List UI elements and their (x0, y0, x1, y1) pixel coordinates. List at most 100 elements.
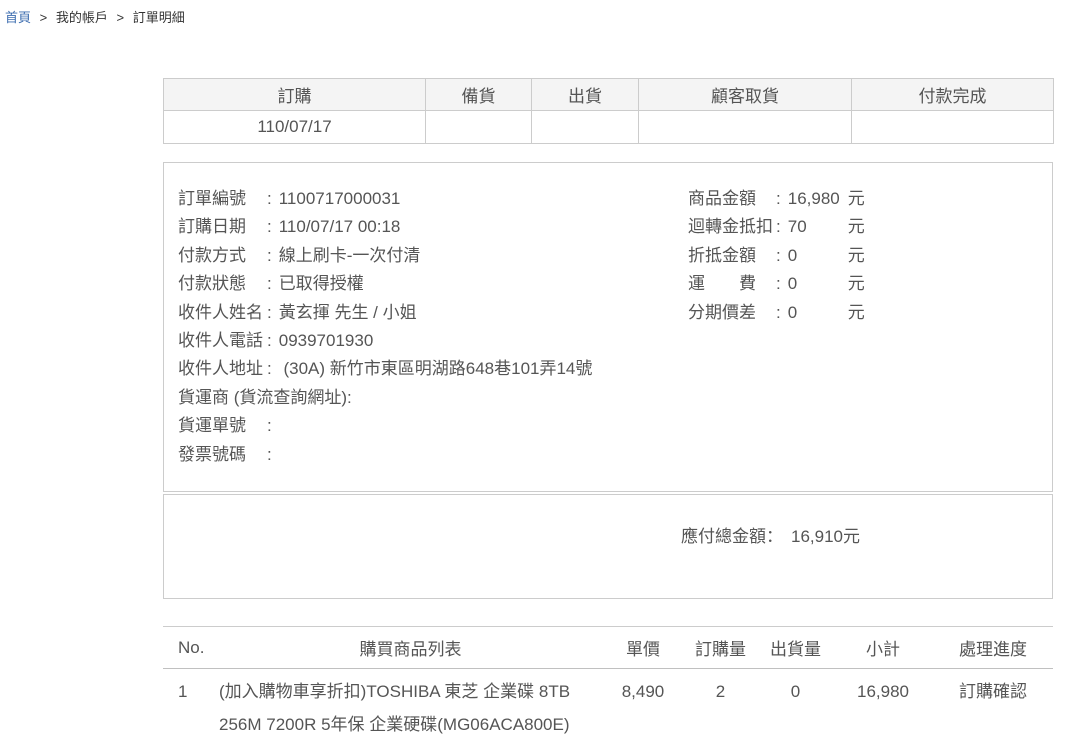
items-header-shipped: 出貨量 (758, 627, 833, 669)
items-header-status: 處理進度 (933, 627, 1053, 669)
breadcrumb-separator: > (40, 10, 48, 25)
field-label: 迴轉金抵扣 (688, 213, 776, 241)
order-info-row: 發票號碼: (178, 441, 1052, 469)
breadcrumb-item-order-detail: 訂單明細 (133, 10, 185, 25)
field-label: 收件人姓名 (178, 299, 267, 327)
colon: : (267, 189, 272, 208)
currency-unit-label: 元 (848, 303, 865, 322)
currency-unit-label: 元 (848, 217, 865, 236)
status-header-preparing: 備貨 (426, 79, 532, 111)
total-label: 應付總金額： (681, 527, 783, 546)
colon: : (267, 445, 272, 464)
order-info-row: 訂購日期:110/07/17 00:18 (178, 213, 1052, 241)
order-info-row: 折抵金額:0元 (688, 242, 865, 270)
item-status: 訂購確認 (933, 669, 1053, 742)
colon: : (776, 246, 781, 265)
colon: : (267, 246, 272, 265)
field-label: 運 費 (688, 270, 776, 298)
status-table: 訂購 備貨 出貨 顧客取貨 付款完成 110/07/17 (163, 78, 1054, 144)
status-value-shipped (532, 111, 639, 144)
field-value: 110/07/17 00:18 (279, 217, 401, 236)
field-label: 折抵金額 (688, 242, 776, 270)
items-header-unit-price: 單價 (603, 627, 683, 669)
field-label: 付款方式 (178, 242, 267, 270)
field-value: 0 (788, 299, 848, 327)
colon: : (267, 416, 272, 435)
item-name: (加入購物車享折扣)TOSHIBA 東芝 企業碟 8TB 256M 7200R … (218, 669, 603, 742)
item-unit-price: 8,490 (603, 669, 683, 742)
field-label: 貨運商 (貨流查詢網址) (178, 384, 347, 412)
colon: : (776, 217, 781, 236)
status-value-ordered: 110/07/17 (164, 111, 426, 144)
total-box: 應付總金額：16,910元 (163, 494, 1053, 599)
field-label: 付款狀態 (178, 270, 267, 298)
field-value: 70 (788, 213, 848, 241)
field-value: 0939701930 (279, 331, 374, 350)
order-info-row: 收件人姓名: 黃玄揮 先生 / 小姐 (178, 299, 1052, 327)
items-header-no: No. (163, 627, 218, 669)
status-value-pickup (639, 111, 852, 144)
status-header-ordered: 訂購 (164, 79, 426, 111)
colon: : (776, 303, 781, 322)
field-value: 0 (788, 270, 848, 298)
breadcrumb: 首頁 > 我的帳戶 > 訂單明細 (5, 7, 185, 26)
field-value: 已取得授權 (279, 274, 364, 293)
status-header-shipped: 出貨 (532, 79, 639, 111)
field-value: 線上刷卡-一次付清 (279, 246, 421, 265)
items-header-qty: 訂購量 (683, 627, 758, 669)
field-label: 分期價差 (688, 299, 776, 327)
status-value-preparing (426, 111, 532, 144)
order-detail-page: 訂購 備貨 出貨 顧客取貨 付款完成 110/07/17 訂單編號:110071… (163, 78, 1053, 742)
currency-unit-label: 元 (848, 189, 865, 208)
colon: : (267, 303, 272, 322)
currency-unit-label: 元 (848, 274, 865, 293)
order-info-row: 分期價差:0元 (688, 299, 865, 327)
item-qty: 2 (683, 669, 758, 742)
colon: : (267, 331, 272, 350)
order-info-row: 迴轉金抵扣:70元 (688, 213, 865, 241)
order-info-box: 訂單編號:1100717000031訂購日期:110/07/17 00:18付款… (163, 162, 1053, 492)
colon: : (776, 274, 781, 293)
field-label: 發票號碼 (178, 441, 267, 469)
currency-unit-label: 元 (848, 246, 865, 265)
items-header-name: 購買商品列表 (218, 627, 603, 669)
items-header-subtotal: 小計 (833, 627, 933, 669)
order-info-row: 貨運單號: (178, 412, 1052, 440)
items-table: No. 購買商品列表 單價 訂購量 出貨量 小計 處理進度 1(加入購物車享折扣… (163, 626, 1053, 742)
breadcrumb-separator: > (117, 10, 125, 25)
order-info-row: 付款方式: 線上刷卡-一次付清 (178, 242, 1052, 270)
item-no: 1 (163, 669, 218, 742)
items-body: 1(加入購物車享折扣)TOSHIBA 東芝 企業碟 8TB 256M 7200R… (163, 669, 1053, 742)
breadcrumb-item-my-account[interactable]: 我的帳戶 (56, 10, 108, 25)
field-label: 貨運單號 (178, 412, 267, 440)
field-label: 收件人地址 (178, 355, 267, 383)
order-info-row: 訂單編號:1100717000031 (178, 185, 1052, 213)
status-header-pickup: 顧客取貨 (639, 79, 852, 111)
field-value: 1100717000031 (279, 189, 401, 208)
status-header-paid: 付款完成 (852, 79, 1054, 111)
breadcrumb-item-home[interactable]: 首頁 (5, 10, 31, 25)
order-info-row: 貨運商 (貨流查詢網址): (178, 384, 1052, 412)
field-value: 16,980 (788, 185, 848, 213)
order-info-row: 收件人電話:0939701930 (178, 327, 1052, 355)
item-shipped: 0 (758, 669, 833, 742)
items-header-row: No. 購買商品列表 單價 訂購量 出貨量 小計 處理進度 (163, 627, 1053, 669)
order-info-row: 收件人地址: (30A) 新竹市東區明湖路648巷101弄14號 (178, 355, 1052, 383)
colon: : (347, 388, 352, 407)
order-info-row: 商品金額:16,980元 (688, 185, 865, 213)
field-value: 黃玄揮 先生 / 小姐 (279, 303, 417, 322)
field-label: 收件人電話 (178, 327, 267, 355)
status-value-paid (852, 111, 1054, 144)
order-info-row: 運 費:0元 (688, 270, 865, 298)
item-subtotal: 16,980 (833, 669, 933, 742)
field-value: 0 (788, 242, 848, 270)
colon: : (267, 217, 272, 236)
status-value-row: 110/07/17 (164, 111, 1054, 144)
colon: : (267, 274, 272, 293)
field-value: (30A) 新竹市東區明湖路648巷101弄14號 (279, 359, 593, 378)
order-info-row: 付款狀態: 已取得授權 (178, 270, 1052, 298)
colon: : (776, 189, 781, 208)
item-row: 1(加入購物車享折扣)TOSHIBA 東芝 企業碟 8TB 256M 7200R… (163, 669, 1053, 742)
colon: : (267, 359, 272, 378)
order-info-right: 商品金額:16,980元迴轉金抵扣:70元折抵金額:0元運 費:0元分期價差:0… (688, 185, 865, 327)
